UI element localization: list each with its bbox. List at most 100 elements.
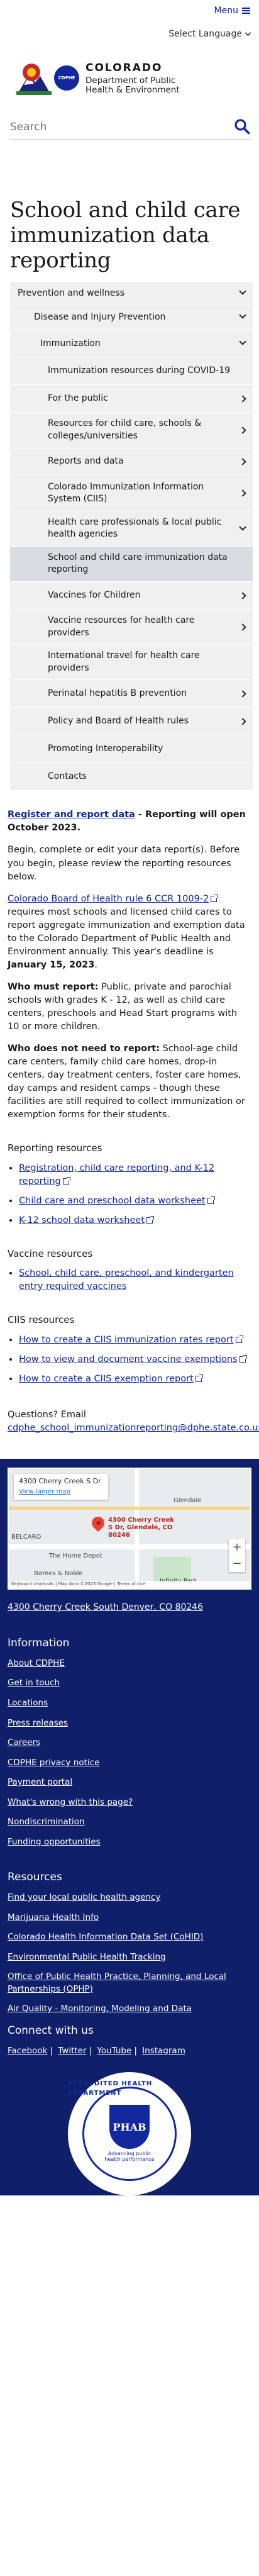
k12-worksheet-link[interactable]: K-12 school data worksheet bbox=[19, 1215, 155, 1225]
chevron-right-icon[interactable] bbox=[239, 690, 246, 698]
resources-links: Find your local public health agency Mar… bbox=[8, 1892, 251, 2016]
list-item: How to create a CIIS immunization rates … bbox=[19, 1334, 251, 1347]
nav-item-15[interactable]: Promoting Interoperability bbox=[10, 735, 253, 764]
chevron-down-icon[interactable] bbox=[239, 338, 246, 345]
chevron-right-icon[interactable] bbox=[239, 489, 246, 497]
chevron-down-icon[interactable] bbox=[239, 311, 246, 319]
instagram-link[interactable]: Instagram bbox=[142, 2046, 185, 2056]
phab-tagline: Advancing public health performance bbox=[104, 2151, 155, 2163]
footer-address-link[interactable]: 4300 Cherry Creek South Denver, CO 80246 bbox=[8, 1601, 251, 1614]
contact-email-link[interactable]: cdphe_school_immunizationreporting@dphe.… bbox=[8, 1423, 259, 1433]
marijuana-info-link[interactable]: Marijuana Health Info bbox=[8, 1912, 251, 1924]
twitter-link[interactable]: Twitter bbox=[58, 2046, 86, 2056]
zoom-in-icon[interactable]: + bbox=[229, 1539, 245, 1556]
nav-item-7[interactable]: Colorado Immunization Information System… bbox=[10, 476, 253, 511]
careers-link[interactable]: Careers bbox=[8, 1737, 251, 1749]
page-title: School and child care immunization data … bbox=[10, 198, 241, 274]
chevron-right-icon[interactable] bbox=[239, 718, 246, 725]
press-releases-link[interactable]: Press releases bbox=[8, 1717, 251, 1730]
chevron-down-icon[interactable] bbox=[239, 287, 246, 295]
nav-item-9[interactable]: School and child care immunization data … bbox=[10, 546, 253, 583]
link-label: Registration, child care reporting, and … bbox=[19, 1163, 215, 1186]
logo-text: COLORADO Department of Public Health & E… bbox=[85, 60, 180, 96]
list-item: How to create a CIIS exemption report bbox=[19, 1373, 251, 1386]
nav-item-label: Immunization resources during COVID-19 bbox=[48, 365, 231, 376]
ciis-exemption-report-link[interactable]: How to create a CIIS exemption report bbox=[19, 1374, 203, 1384]
chevron-right-icon[interactable] bbox=[239, 623, 246, 631]
nav-item-11[interactable]: Vaccine resources for health care provid… bbox=[10, 610, 253, 645]
map-pin-icon[interactable] bbox=[89, 1514, 107, 1532]
location-map[interactable]: Glendale BELCARO The Home Depot Barnes &… bbox=[8, 1468, 251, 1590]
vaccine-resources-list: School, child care, preschool, and kinde… bbox=[19, 1267, 251, 1293]
nav-item-label: For the public bbox=[48, 393, 108, 404]
nav-item-5[interactable]: Resources for child care, schools & coll… bbox=[10, 413, 253, 449]
nav-item-4[interactable]: For the public bbox=[10, 385, 253, 413]
external-link-icon bbox=[211, 894, 219, 902]
board-rule-link[interactable]: Colorado Board of Health rule 6 CCR 1009… bbox=[8, 893, 219, 904]
external-link-icon bbox=[235, 1335, 243, 1344]
registration-reporting-link[interactable]: Registration, child care reporting, and … bbox=[19, 1163, 214, 1186]
reporting-resources-list: Registration, child care reporting, and … bbox=[19, 1162, 251, 1227]
ephtracking-link[interactable]: Environmental Public Health Tracking bbox=[8, 1951, 251, 1964]
nav-item-label: Promoting Interoperability bbox=[48, 744, 163, 754]
funding-link[interactable]: Funding opportunities bbox=[8, 1836, 251, 1849]
nondiscrimination-link[interactable]: Nondiscrimination bbox=[8, 1816, 251, 1829]
feedback-link[interactable]: What's wrong with this page? bbox=[8, 1797, 251, 1809]
nav-item-10[interactable]: Vaccines for Children bbox=[10, 582, 253, 610]
site-header: Menu Select Language CDPHE COLORADO Depa… bbox=[0, 0, 259, 140]
board-rule-label: Colorado Board of Health rule 6 CCR 1009… bbox=[8, 893, 209, 904]
reporting-resources-heading: Reporting resources bbox=[8, 1142, 102, 1154]
search-icon[interactable] bbox=[234, 118, 251, 136]
air-quality-link[interactable]: Air Quality - Monitoring, Modeling and D… bbox=[8, 2003, 251, 2016]
chevron-down-icon[interactable] bbox=[239, 523, 246, 531]
external-link-icon bbox=[195, 1374, 203, 1383]
privacy-notice-link[interactable]: CDPHE privacy notice bbox=[8, 1757, 251, 1770]
main-content: Register and report data - Reporting wil… bbox=[8, 808, 259, 1435]
ciis-exemptions-link[interactable]: How to view and document vaccine exempti… bbox=[19, 1354, 247, 1364]
nav-item-label: School and child care immunization data … bbox=[48, 552, 228, 575]
menu-button[interactable]: Menu bbox=[214, 4, 250, 17]
section-nav: Prevention and wellness Disease and Injur… bbox=[10, 282, 253, 791]
ophp-link[interactable]: Office of Public Health Practice, Planni… bbox=[8, 1971, 251, 1995]
menu-label: Menu bbox=[214, 5, 238, 16]
nav-item-label: Vaccines for Children bbox=[48, 589, 141, 600]
nav-item-14[interactable]: Policy and Board of Health rules bbox=[10, 708, 253, 736]
search-input[interactable] bbox=[10, 120, 234, 133]
cohid-link[interactable]: Colorado Health Information Data Set (Co… bbox=[8, 1931, 251, 1944]
childcare-worksheet-link[interactable]: Child care and preschool data worksheet bbox=[19, 1196, 215, 1206]
map-label-belcaro: BELCARO bbox=[11, 1534, 41, 1541]
nav-item-8[interactable]: Health care professionals & local public… bbox=[10, 511, 253, 547]
ciis-rates-report-link[interactable]: How to create a CIIS immunization rates … bbox=[19, 1335, 243, 1345]
get-in-touch-link[interactable]: Get in touch bbox=[8, 1677, 251, 1690]
nav-item-13[interactable]: Perinatal hepatitis B prevention bbox=[10, 680, 253, 708]
view-larger-map-link[interactable]: View larger map bbox=[19, 1488, 103, 1497]
who-must-report: Who must report: Public, private and par… bbox=[8, 981, 251, 1034]
cdphe-logo-icon: CDPHE bbox=[54, 65, 79, 91]
nav-item-12[interactable]: International travel for health care pro… bbox=[10, 645, 253, 681]
list-item: School, child care, preschool, and kinde… bbox=[19, 1267, 251, 1293]
zoom-out-icon[interactable]: − bbox=[229, 1556, 245, 1572]
register-report-link[interactable]: Register and report data bbox=[8, 810, 135, 820]
nav-item-1[interactable]: Disease and Injury Prevention bbox=[10, 304, 253, 330]
chevron-right-icon[interactable] bbox=[239, 458, 246, 466]
list-item: How to view and document vaccine exempti… bbox=[19, 1353, 251, 1366]
external-link-icon bbox=[62, 1176, 70, 1185]
local-agency-link[interactable]: Find your local public health agency bbox=[8, 1892, 251, 1904]
chevron-right-icon[interactable] bbox=[239, 427, 246, 434]
nav-item-16[interactable]: Contacts bbox=[10, 763, 253, 791]
language-select[interactable]: Select Language bbox=[0, 21, 259, 47]
chevron-right-icon[interactable] bbox=[239, 591, 246, 599]
social-links: Facebook | Twitter | YouTube | Instagram bbox=[8, 2045, 185, 2056]
nav-item-6[interactable]: Reports and data bbox=[10, 448, 253, 476]
payment-portal-link[interactable]: Payment portal bbox=[8, 1776, 251, 1789]
about-cdphe-link[interactable]: About CDPHE bbox=[8, 1658, 251, 1670]
locations-link[interactable]: Locations bbox=[8, 1697, 251, 1710]
youtube-link[interactable]: YouTube bbox=[97, 2046, 131, 2056]
nav-item-3[interactable]: Immunization resources during COVID-19 bbox=[10, 357, 253, 386]
logo-link[interactable]: CDPHE COLORADO Department of Public Heal… bbox=[0, 47, 259, 106]
required-vaccines-link[interactable]: School, child care, preschool, and kinde… bbox=[19, 1268, 234, 1291]
nav-item-2[interactable]: Immunization bbox=[10, 330, 253, 358]
facebook-link[interactable]: Facebook bbox=[8, 2046, 47, 2056]
chevron-right-icon[interactable] bbox=[239, 395, 246, 403]
nav-item-0[interactable]: Prevention and wellness bbox=[10, 282, 253, 305]
